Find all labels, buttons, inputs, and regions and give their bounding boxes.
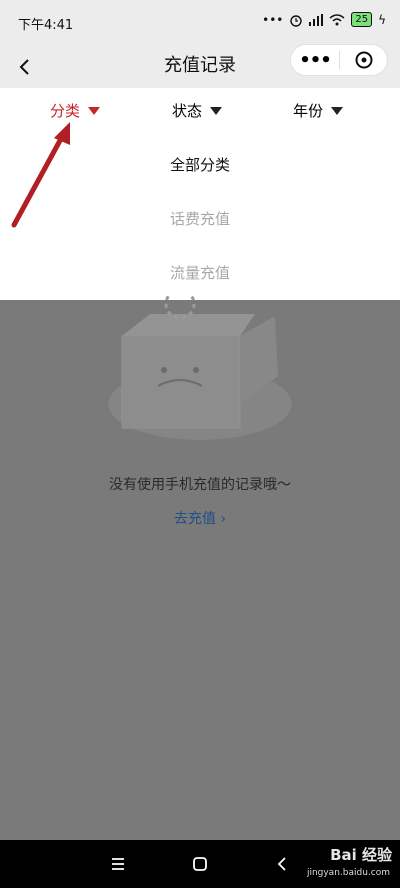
more-button[interactable]: ••• [291,50,339,71]
close-button[interactable] [340,51,387,69]
wifi-icon [329,13,345,25]
filter-year-label: 年份 [293,102,324,120]
go-recharge-label: 去充值 [173,511,216,527]
filter-category-label: 分类 [50,102,81,120]
triangle-down-icon [88,106,101,115]
filter-status-label: 状态 [172,102,203,120]
watermark-url: jingyan.baidu.com [306,868,390,878]
alarm-icon [290,14,303,27]
charging-icon: ϟ [378,12,386,27]
back-nav-icon[interactable] [272,854,292,874]
dropdown-option-all[interactable]: 全部分类 [0,154,400,175]
triangle-down-icon [331,106,344,115]
filter-category[interactable]: 分类 [50,100,101,121]
empty-box-illustration [108,296,292,440]
menu-icon[interactable] [108,854,128,874]
battery-icon: 25 [351,12,373,27]
close-circle-icon [355,51,372,69]
nav-bar: 充值记录 ••• [0,44,400,88]
triangle-down-icon [210,106,223,115]
filter-status[interactable]: 状态 [172,100,223,121]
go-recharge-link[interactable]: 去充值 › [0,508,400,528]
mini-program-capsule: ••• [290,44,388,76]
status-time: 下午4:41 [18,18,74,33]
dropdown-option-phone[interactable]: 话费充值 [0,208,400,229]
status-icons: ••• 25 ϟ [262,12,386,27]
watermark-logo: Bai 经验 [330,846,392,864]
category-dropdown: 全部分类 话费充值 流量充值 [0,134,400,300]
dropdown-option-data[interactable]: 流量充值 [0,262,400,283]
home-icon[interactable] [190,854,210,874]
status-bar: 下午4:41 ••• 25 ϟ [0,0,400,44]
dots-icon: ••• [262,12,284,27]
filter-bar: 分类 状态 年份 [0,88,400,134]
empty-message: 没有使用手机充值的记录哦～ [109,477,291,493]
chevron-right-icon: › [220,511,227,527]
signal-icon [309,13,324,26]
filter-year[interactable]: 年份 [293,100,344,121]
